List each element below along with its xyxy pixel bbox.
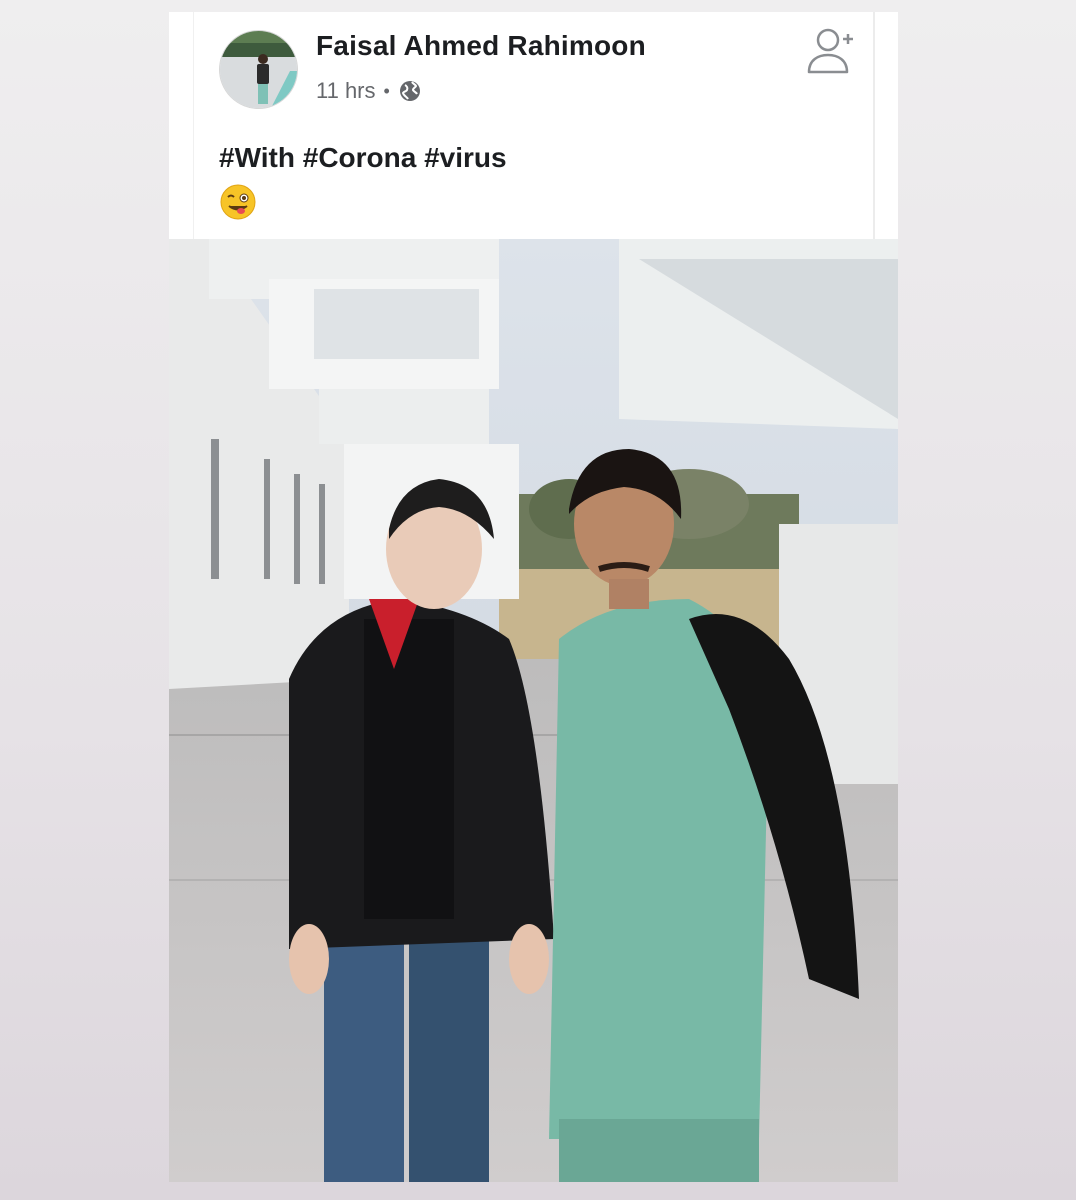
avatar[interactable]	[219, 30, 298, 109]
post-caption: #With #Corona #virus	[219, 142, 507, 173]
divider	[873, 12, 875, 239]
separator: •	[383, 80, 390, 101]
post-photo[interactable]	[169, 239, 898, 1182]
author-name[interactable]: Faisal Ahmed Rahimoon	[316, 30, 646, 62]
globe-icon	[398, 79, 422, 103]
avatar-image	[220, 31, 297, 108]
winking-emoji-icon	[219, 183, 257, 221]
divider	[193, 12, 194, 239]
post-meta: 11 hrs •	[316, 78, 422, 104]
add-friend-icon[interactable]	[806, 26, 858, 76]
post-time[interactable]: 11 hrs	[316, 78, 376, 104]
